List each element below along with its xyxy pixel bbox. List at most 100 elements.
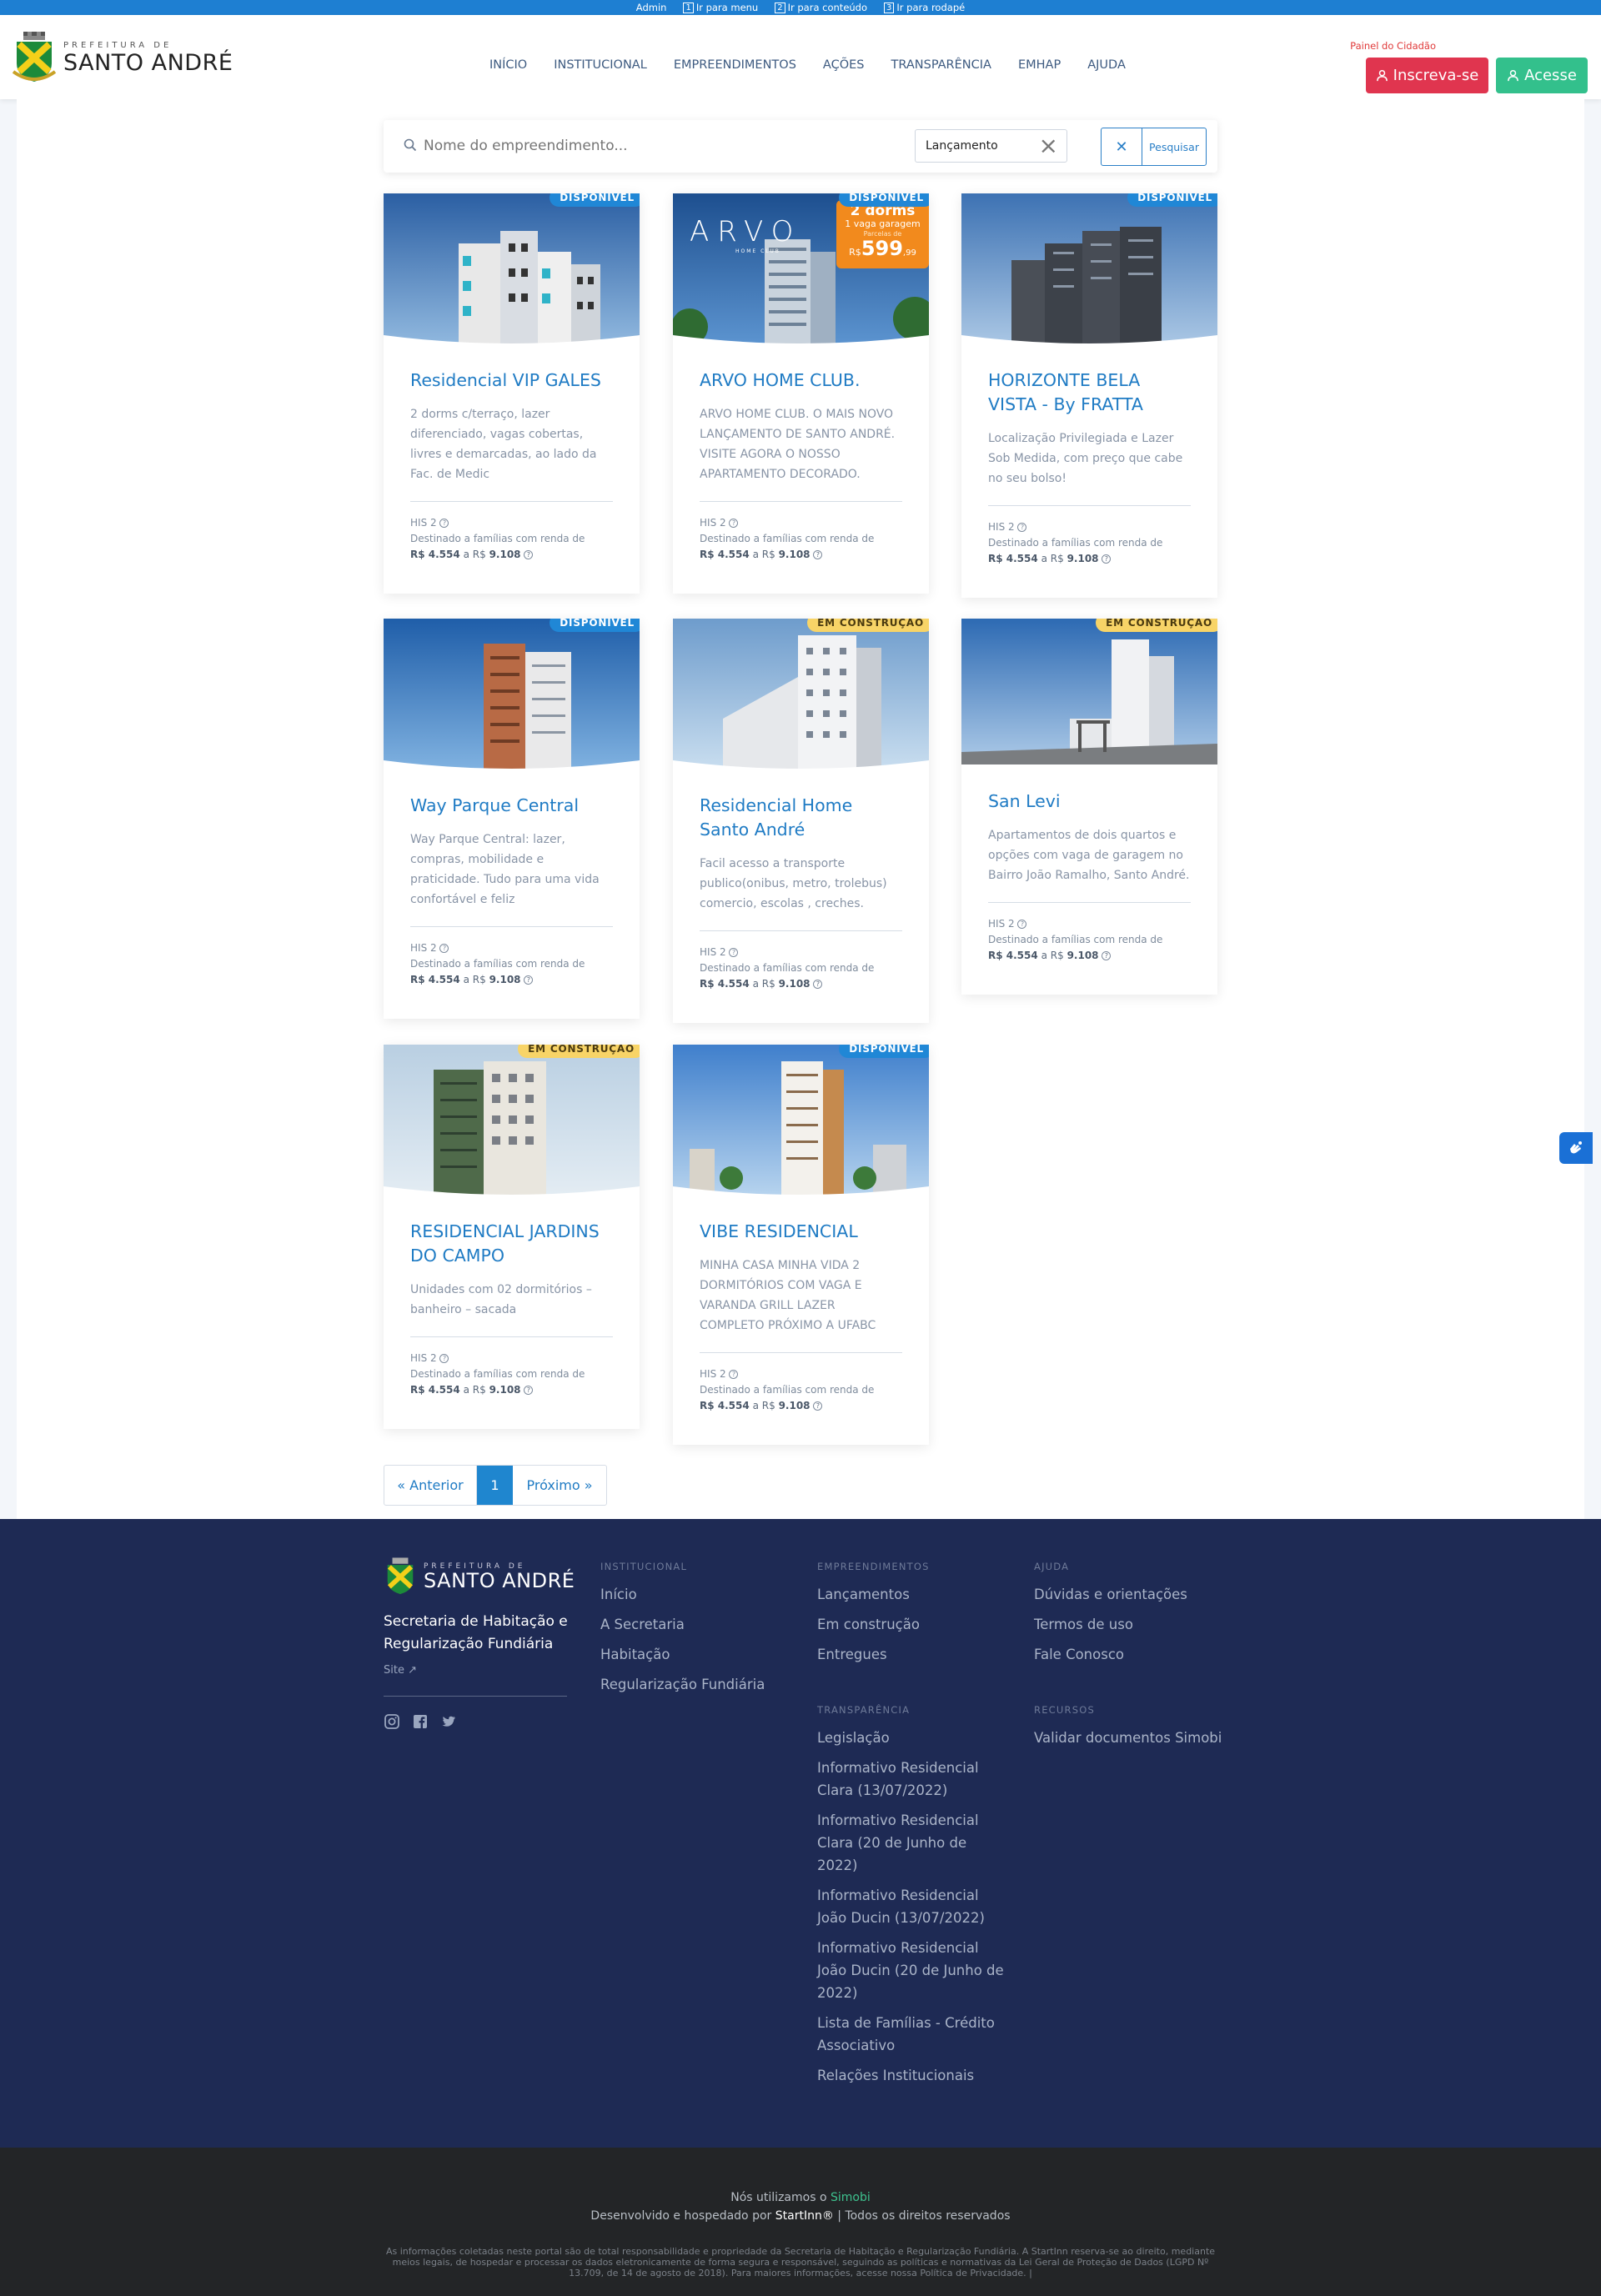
help-icon[interactable]: ? bbox=[1017, 920, 1027, 929]
listing-card[interactable]: DISPONÍVEL HORIZONTE BELA VISTA - By FRA… bbox=[961, 193, 1217, 598]
help-icon[interactable]: ? bbox=[813, 550, 823, 559]
clear-search-button[interactable]: ✕ bbox=[1101, 128, 1142, 166]
nav-acoes[interactable]: AÇÕES bbox=[823, 58, 865, 72]
income-range: R$ 4.554 a R$ 9.108 ? bbox=[700, 978, 902, 990]
footer-link[interactable]: Lista de Famílias - Crédito Associativo bbox=[817, 2012, 1009, 2057]
listing-description: Way Parque Central: lazer, compras, mobi… bbox=[410, 833, 600, 906]
listing-title[interactable]: Way Parque Central bbox=[410, 794, 613, 818]
help-icon[interactable]: ? bbox=[524, 550, 534, 559]
footer-link[interactable]: Habitação bbox=[600, 1643, 765, 1666]
nav-emhap[interactable]: EMHAP bbox=[1018, 58, 1061, 72]
income-label: Destinado a famílias com renda de bbox=[410, 1368, 585, 1380]
footer-logo[interactable]: PREFEITURA DE SANTO ANDRÉ bbox=[384, 1557, 575, 1597]
listing-title[interactable]: VIBE RESIDENCIAL bbox=[700, 1220, 902, 1244]
search-button[interactable]: Pesquisar bbox=[1142, 128, 1207, 166]
simobi-link[interactable]: Simobi bbox=[831, 2191, 871, 2204]
listing-card[interactable]: EM CONSTRUÇÃO RESIDENCIAL JARDINS DO CAM… bbox=[384, 1045, 640, 1429]
skip-to-content-link[interactable]: 2 Ir para conteúdo bbox=[775, 2, 867, 13]
help-icon[interactable]: ? bbox=[524, 975, 534, 985]
footer-link[interactable]: Regularização Fundiária bbox=[600, 1673, 765, 1696]
promo-brand-sub: HOME CLUB bbox=[735, 248, 780, 254]
painel-cidadao-link[interactable]: Painel do Cidadão bbox=[1350, 40, 1436, 52]
help-icon[interactable]: ? bbox=[439, 519, 449, 528]
listing-card[interactable]: DISPONÍVEL Way Parque Central Way Parque… bbox=[384, 619, 640, 1019]
income-label: Destinado a famílias com renda de bbox=[700, 533, 875, 544]
footer-link[interactable]: Validar documentos Simobi bbox=[1034, 1727, 1222, 1749]
startinn-link[interactable]: StartInn® bbox=[775, 2209, 834, 2223]
listing-image: DISPONÍVEL bbox=[384, 619, 640, 769]
footer-link[interactable]: Informativo Residencial João Ducin (20 d… bbox=[817, 1937, 1009, 2004]
footer-col-recursos: RECURSOS Validar documentos Simobi bbox=[1034, 1704, 1222, 1757]
listing-title[interactable]: Residencial Home Santo André bbox=[700, 794, 902, 842]
page-1-button[interactable]: 1 bbox=[477, 1466, 513, 1505]
listing-image: EM CONSTRUÇÃO bbox=[384, 1045, 640, 1195]
search-input[interactable] bbox=[424, 138, 891, 154]
his-label: HIS 2 ? bbox=[988, 521, 1191, 533]
footer-link[interactable]: Informativo Residencial Clara (20 de Jun… bbox=[817, 1809, 1009, 1877]
nav-empreendimentos[interactable]: EMPREENDIMENTOS bbox=[674, 58, 796, 72]
instagram-icon[interactable] bbox=[384, 1713, 400, 1730]
listing-card[interactable]: DISPONÍVEL Residencial VIP GALES 2 dorms… bbox=[384, 193, 640, 594]
listing-title[interactable]: San Levi bbox=[988, 790, 1191, 814]
facebook-icon[interactable] bbox=[412, 1713, 429, 1730]
footer-link[interactable]: Dúvidas e orientações bbox=[1034, 1583, 1187, 1606]
help-icon[interactable]: ? bbox=[813, 1401, 823, 1411]
listing-card[interactable]: DISPONÍVEL VIBE RESIDENCIAL MINHA CASA M… bbox=[673, 1045, 929, 1445]
help-icon[interactable]: ? bbox=[813, 980, 823, 989]
help-icon[interactable]: ? bbox=[729, 948, 739, 957]
footer-link[interactable]: Informativo Residencial Clara (13/07/202… bbox=[817, 1757, 1009, 1802]
nav-institucional[interactable]: INSTITUCIONAL bbox=[554, 58, 647, 72]
listing-title[interactable]: Residencial VIP GALES bbox=[410, 368, 613, 393]
help-icon[interactable]: ? bbox=[1102, 951, 1112, 960]
footer-link[interactable]: Relações Institucionais bbox=[817, 2064, 1009, 2087]
footer-site-link[interactable]: Site ↗ bbox=[384, 1664, 417, 1677]
home-logo[interactable]: PREFEITURA DE SANTO ANDRÉ bbox=[12, 30, 233, 85]
skip-to-footer-link[interactable]: 3 Ir para rodapé bbox=[884, 2, 965, 13]
signup-button[interactable]: Inscreva-se bbox=[1366, 58, 1488, 93]
footer-link[interactable]: Informativo Residencial João Ducin (13/0… bbox=[817, 1884, 1009, 1929]
listing-image: DISPONÍVEL bbox=[384, 193, 640, 343]
help-icon[interactable]: ? bbox=[729, 519, 739, 528]
listing-card[interactable]: EM CONSTRUÇÃO San Levi Apartamentos de d… bbox=[961, 619, 1217, 995]
footer-link[interactable]: Legislação bbox=[817, 1727, 1009, 1749]
listing-description: Facil acesso a transporte publico(onibus… bbox=[700, 857, 887, 910]
footer-heading: TRANSPARÊNCIA bbox=[817, 1704, 911, 1716]
footer-link[interactable]: Entregues bbox=[817, 1643, 930, 1666]
skip-to-menu-link[interactable]: 1 Ir para menu bbox=[683, 2, 758, 13]
help-icon[interactable]: ? bbox=[1102, 554, 1112, 564]
footer-link[interactable]: Lançamentos bbox=[817, 1583, 930, 1606]
user-icon bbox=[1508, 69, 1518, 82]
listing-card[interactable]: EM CONSTRUÇÃO Residencial Home Santo And… bbox=[673, 619, 929, 1023]
status-badge: EM CONSTRUÇÃO bbox=[1096, 619, 1217, 632]
his-label: HIS 2 ? bbox=[988, 918, 1191, 930]
help-icon[interactable]: ? bbox=[439, 944, 449, 953]
status-badge: EM CONSTRUÇÃO bbox=[807, 619, 929, 632]
help-icon[interactable]: ? bbox=[524, 1386, 534, 1395]
help-icon[interactable]: ? bbox=[439, 1354, 449, 1363]
next-page-button[interactable]: Próximo » bbox=[513, 1466, 606, 1505]
admin-link[interactable]: Admin bbox=[636, 2, 667, 13]
listing-title[interactable]: RESIDENCIAL JARDINS DO CAMPO bbox=[410, 1220, 613, 1268]
footer-link[interactable]: Termos de uso bbox=[1034, 1613, 1187, 1636]
sign-language-widget-button[interactable] bbox=[1559, 1132, 1593, 1164]
twitter-icon[interactable] bbox=[440, 1713, 457, 1730]
divider bbox=[700, 501, 902, 502]
footer-link[interactable]: Fale Conosco bbox=[1034, 1643, 1187, 1666]
listing-title[interactable]: ARVO HOME CLUB. bbox=[700, 368, 902, 393]
footer-link[interactable]: Em construção bbox=[817, 1613, 930, 1636]
listing-title[interactable]: HORIZONTE BELA VISTA - By FRATTA bbox=[988, 368, 1191, 417]
powered-by: Nós utilizamos o Simobi bbox=[730, 2191, 871, 2204]
status-filter-select[interactable]: Lançamento × bbox=[915, 129, 1067, 163]
nav-inicio[interactable]: INÍCIO bbox=[489, 58, 527, 72]
listing-card[interactable]: ARVO HOME CLUB 2 dorms 1 vaga garagem Pa… bbox=[673, 193, 929, 594]
help-icon[interactable]: ? bbox=[1017, 523, 1027, 532]
previous-page-button[interactable]: « Anterior bbox=[384, 1466, 477, 1505]
footer-link[interactable]: A Secretaria bbox=[600, 1613, 765, 1636]
nav-ajuda[interactable]: AJUDA bbox=[1087, 58, 1126, 72]
login-button[interactable]: Acesse bbox=[1496, 58, 1588, 93]
help-icon[interactable]: ? bbox=[729, 1370, 739, 1379]
footer-link[interactable]: Início bbox=[600, 1583, 765, 1606]
nav-transparencia[interactable]: TRANSPARÊNCIA bbox=[891, 58, 991, 72]
income-label: Destinado a famílias com renda de bbox=[700, 1384, 875, 1396]
clear-filter-icon[interactable]: × bbox=[1039, 134, 1058, 158]
